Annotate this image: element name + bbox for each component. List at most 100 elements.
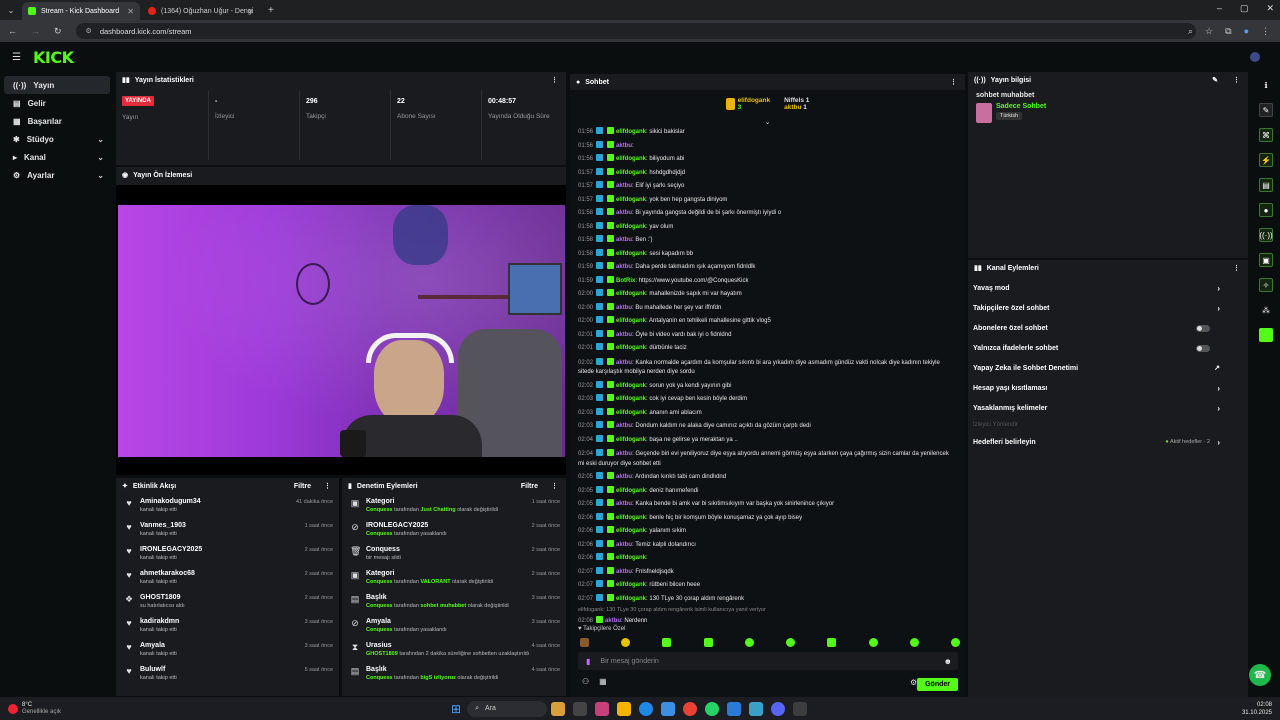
msg-user[interactable]: BotRix <box>616 278 635 284</box>
msg-user[interactable]: elifdogank <box>616 396 646 402</box>
toggle-switch[interactable] <box>1196 324 1210 332</box>
msg-user[interactable]: aktbu <box>616 183 632 189</box>
emote-icon[interactable] <box>703 638 713 647</box>
msg-user[interactable]: aktbu <box>616 210 632 216</box>
top-chatter-name[interactable]: Niffels <box>784 97 804 104</box>
msg-user[interactable]: elifdogank <box>616 488 646 494</box>
broadcast-toolbar-icon[interactable]: ((·)) <box>1259 228 1273 242</box>
edit-pencil-icon[interactable]: ✎ <box>1212 76 1218 84</box>
msg-user[interactable]: elifdogank <box>616 224 646 230</box>
close-tab-icon[interactable]: ✕ <box>127 7 134 16</box>
stream-preview-video[interactable] <box>118 205 565 457</box>
chat-input[interactable]: ▮ Bir mesaj gönderin ☻ <box>578 652 958 670</box>
whatsapp-icon[interactable] <box>705 701 720 716</box>
bookmark-star-icon[interactable]: ☆ <box>1205 26 1213 37</box>
chat-settings-icon[interactable]: ⚙ <box>910 678 917 687</box>
msg-user[interactable]: elifdogank <box>616 582 646 588</box>
msg-user[interactable]: elifdogank <box>616 515 646 521</box>
profile-icon[interactable]: ● <box>1244 26 1249 37</box>
msg-user[interactable]: elifdogank <box>616 197 646 203</box>
tab-youtube[interactable]: (1364) Oğuzhan Uğur - Dengi ✕ <box>142 2 260 20</box>
activity-user[interactable]: Aminakodugum34 <box>140 498 201 505</box>
link-icon[interactable]: ⚇ <box>582 677 589 686</box>
msg-user[interactable]: elifdogank <box>616 437 646 443</box>
channel-action-row[interactable]: Yavaş mod › <box>968 278 1248 298</box>
emote-icon[interactable] <box>662 638 672 647</box>
emote-icon[interactable] <box>950 638 960 647</box>
msg-user[interactable]: aktbu <box>616 474 632 480</box>
category-thumbnail[interactable] <box>976 103 992 123</box>
nav-item-basarilar[interactable]: ▦ Başarılar <box>4 112 110 130</box>
category-name[interactable]: Sadece Sohbet <box>996 103 1046 110</box>
channel-action-row[interactable]: Abonelere özel sohbet <box>968 318 1248 338</box>
nav-item-studyo[interactable]: ✱ Stüdyo ⌄ <box>4 130 110 148</box>
reload-icon[interactable]: ↻ <box>54 26 62 37</box>
new-tab-icon[interactable]: + <box>268 5 274 16</box>
channel-action-row[interactable]: Yasaklanmış kelimeler › <box>968 398 1248 418</box>
msg-user[interactable]: elifdogank <box>616 596 646 602</box>
msg-user[interactable]: elifdogank <box>616 291 646 297</box>
msg-user[interactable]: aktbu <box>616 305 632 311</box>
support-chat-icon[interactable]: ☎ <box>1249 664 1271 686</box>
back-icon[interactable]: ← <box>8 26 17 37</box>
emoji-icon[interactable]: ☻ <box>944 657 952 666</box>
activity-user[interactable]: Buluwlf <box>140 666 177 673</box>
emote-icon[interactable] <box>827 638 837 647</box>
more-options-icon[interactable]: ⋮ <box>324 482 331 490</box>
app-icon[interactable] <box>749 701 764 716</box>
widget-icon[interactable]: ⌘ <box>1259 128 1273 142</box>
nav-item-ayarlar[interactable]: ⚙ Ayarlar ⌄ <box>4 166 110 184</box>
activity-user[interactable]: Amyala <box>140 642 177 649</box>
top-chatter-name[interactable]: aktbu <box>784 104 801 111</box>
msg-user[interactable]: aktbu <box>616 451 632 457</box>
edit-icon[interactable]: ✎ <box>1259 103 1273 117</box>
task-view-icon[interactable] <box>573 701 588 716</box>
app-icon[interactable] <box>793 701 808 716</box>
url-field[interactable]: ⚙ dashboard.kick.com/stream <box>75 23 1196 39</box>
filter-button[interactable]: Filtre <box>294 483 311 490</box>
msg-user[interactable]: elifdogank <box>616 528 646 534</box>
kick-logo[interactable]: KICK <box>33 48 74 67</box>
tab-kick-dashboard[interactable]: Stream - Kick Dashboard ✕ <box>22 2 140 20</box>
wrench-icon[interactable]: ✧ <box>1259 278 1273 292</box>
close-tab-icon[interactable]: ✕ <box>247 7 254 16</box>
msg-user[interactable]: aktbu <box>616 423 632 429</box>
clock[interactable]: 02:08 31.10.2025 <box>1242 701 1272 717</box>
nav-item-kanal[interactable]: ▸ Kanal ⌄ <box>4 148 110 166</box>
zoom-icon[interactable]: ⌕ <box>1188 26 1193 37</box>
hamburger-menu-icon[interactable]: ☰ <box>12 52 21 63</box>
nav-item-yayin[interactable]: ((·)) Yayın <box>4 76 110 94</box>
archive-icon[interactable]: ▣ <box>1259 253 1273 267</box>
msg-user[interactable]: elifdogank <box>616 410 646 416</box>
activity-user[interactable]: kadirakdmn <box>140 618 179 625</box>
bolt-icon[interactable]: ⚡ <box>1259 153 1273 167</box>
msg-user[interactable]: elifdogank <box>616 383 646 389</box>
emote-icon[interactable] <box>786 638 796 647</box>
extensions-icon[interactable]: ⧉ <box>1225 26 1231 37</box>
channel-action-row[interactable]: Yalnızca ifadelerle sohbet <box>968 338 1248 358</box>
msg-user[interactable]: aktbu <box>616 501 632 507</box>
emote-icon[interactable] <box>621 638 631 647</box>
list-icon[interactable]: ▤ <box>1259 178 1273 192</box>
activity-user[interactable]: ahmetkarakoc68 <box>140 570 195 577</box>
channel-action-row[interactable]: Yapay Zeka ile Sohbet Denetimi ↗ <box>968 358 1248 378</box>
channel-action-row[interactable]: Takipçilere özel sohbet › <box>968 298 1248 318</box>
emote-icon[interactable] <box>909 638 919 647</box>
browser-menu-icon[interactable]: ⋮ <box>1261 26 1270 37</box>
activity-user[interactable]: IRONLEGACY2025 <box>140 546 202 553</box>
chat-bubble-icon[interactable]: ● <box>1259 203 1273 217</box>
top-chatter-name[interactable]: elifdogank <box>738 97 771 104</box>
calendar-icon[interactable]: ▦ <box>599 677 607 686</box>
user-avatar[interactable] <box>1250 52 1260 62</box>
more-options-icon[interactable]: ⋮ <box>551 482 558 490</box>
collapse-chevron-icon[interactable]: ⌄ <box>570 118 965 126</box>
msg-user[interactable]: elifdogank <box>616 156 646 162</box>
activity-user[interactable]: Vanmes_1903 <box>140 522 186 529</box>
msg-user[interactable]: aktbu <box>616 569 632 575</box>
maximize-icon[interactable]: ▢ <box>1240 3 1249 14</box>
close-window-icon[interactable]: ✕ <box>1266 3 1274 14</box>
activity-user[interactable]: GHOST1809 <box>140 594 185 601</box>
file-explorer-icon[interactable] <box>551 701 566 716</box>
store-icon[interactable] <box>661 701 676 716</box>
msg-user[interactable]: elifdogank <box>616 129 646 135</box>
